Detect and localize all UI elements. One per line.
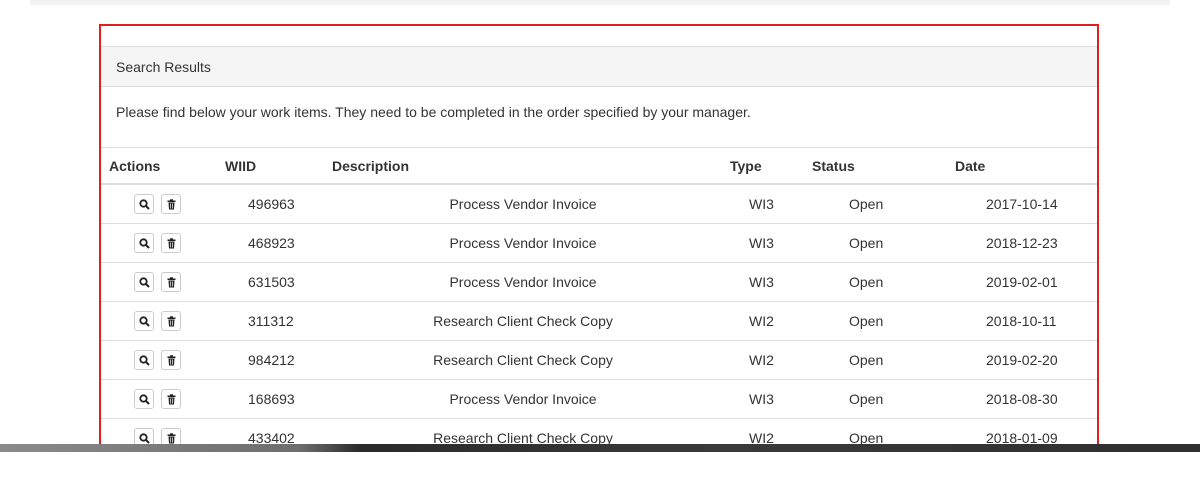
header-status: Status [804,148,947,185]
cell-date: 2018-08-30 [947,379,1097,419]
cell-type: WI3 [722,262,804,302]
cell-wiid: 311312 [217,301,324,341]
cell-status: Open [804,340,947,380]
search-icon [139,354,150,366]
cell-wiid: 168693 [217,379,324,419]
view-button[interactable] [134,310,154,331]
cell-description: Process Vendor Invoice [324,379,722,419]
trash-icon [167,237,176,248]
view-button[interactable] [134,193,154,214]
row-actions [101,262,217,302]
delete-button[interactable] [160,232,181,253]
cell-description: Research Client Check Copy [324,301,722,341]
view-button[interactable] [134,349,154,370]
header-type: Type [722,148,804,185]
cell-date: 2018-10-11 [947,301,1097,341]
cell-wiid: 468923 [217,223,324,263]
cell-status: Open [804,223,947,263]
trash-icon [167,393,176,404]
view-button[interactable] [134,388,154,409]
trash-icon [167,432,176,443]
cell-description: Process Vendor Invoice [324,262,722,302]
cell-date: 2017-10-14 [947,184,1097,224]
cell-wiid: 496963 [217,184,324,224]
search-icon [139,393,150,405]
cell-status: Open [804,379,947,419]
header-wiid: WIID [217,148,324,185]
table-row: 311312 Research Client Check Copy WI2 Op… [101,301,1097,341]
row-actions [101,379,217,419]
cell-description: Process Vendor Invoice [324,223,722,263]
delete-button[interactable] [160,349,181,370]
trash-icon [167,354,176,365]
search-icon [139,276,150,288]
trash-icon [167,199,176,210]
header-description: Description [324,148,722,185]
cell-description: Process Vendor Invoice [324,184,722,224]
trash-icon [167,315,176,326]
panel-description: Please find below your work items. They … [101,87,1097,148]
cell-wiid: 984212 [217,340,324,380]
delete-button[interactable] [160,310,181,331]
work-items-table: Actions WIID Description Type Status Dat… [101,148,1097,449]
bottom-taskbar-strip [0,444,1200,452]
cell-date: 2019-02-20 [947,340,1097,380]
delete-button[interactable] [160,388,181,409]
view-button[interactable] [134,232,154,253]
cell-date: 2018-12-23 [947,223,1097,263]
cell-type: WI2 [722,301,804,341]
table-row: 168693 Process Vendor Invoice WI3 Open 2… [101,379,1097,419]
trash-icon [167,276,176,287]
header-date: Date [947,148,1097,185]
search-results-panel: Search Results Please find below your wo… [101,46,1097,449]
delete-button[interactable] [160,271,181,292]
cell-type: WI3 [722,184,804,224]
cell-type: WI3 [722,379,804,419]
row-actions [101,184,217,224]
search-icon [139,315,150,327]
cell-status: Open [804,184,947,224]
search-icon [139,199,150,210]
highlighted-region: Search Results Please find below your wo… [99,24,1099,451]
cell-type: WI3 [722,223,804,263]
panel-heading: Search Results [101,47,1097,87]
table-body: 496963 Process Vendor Invoice WI3 Open 2… [101,184,1097,449]
cell-status: Open [804,262,947,302]
view-button[interactable] [134,271,154,292]
header-actions: Actions [101,148,217,185]
cell-status: Open [804,301,947,341]
row-actions [101,301,217,341]
search-icon [139,432,150,444]
top-strip [30,0,1170,5]
row-actions [101,223,217,263]
table-row: 984212 Research Client Check Copy WI2 Op… [101,340,1097,380]
cell-wiid: 631503 [217,262,324,302]
table-header-row: Actions WIID Description Type Status Dat… [101,148,1097,185]
table-row: 631503 Process Vendor Invoice WI3 Open 2… [101,262,1097,302]
row-actions [101,340,217,380]
cell-date: 2019-02-01 [947,262,1097,302]
cell-description: Research Client Check Copy [324,340,722,380]
delete-button[interactable] [160,193,181,214]
table-row: 468923 Process Vendor Invoice WI3 Open 2… [101,223,1097,263]
table-row: 496963 Process Vendor Invoice WI3 Open 2… [101,184,1097,224]
search-icon [139,237,150,249]
cell-type: WI2 [722,340,804,380]
